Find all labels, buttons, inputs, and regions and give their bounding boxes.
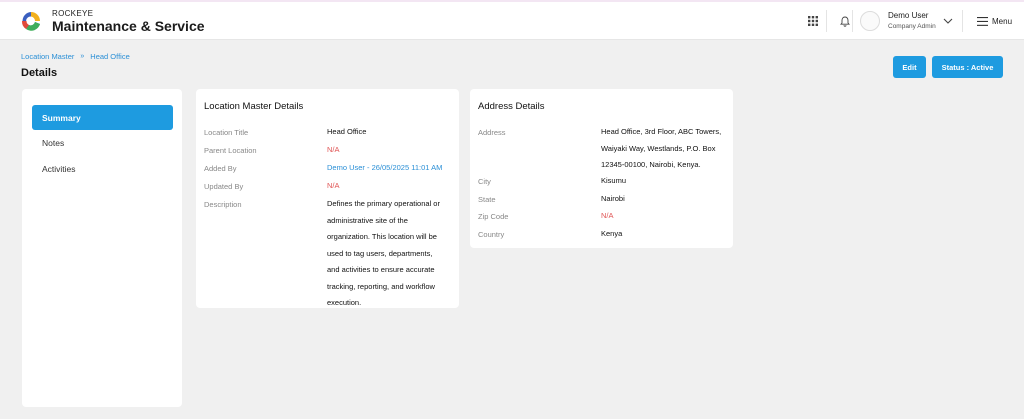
address-line: Waiyaki Way, Westlands, P.O. Box (601, 143, 716, 153)
sidebar: Summary Notes Activities (22, 89, 182, 407)
city-value: Kisumu (601, 176, 627, 185)
avatar[interactable] (860, 11, 880, 31)
brand-title: Maintenance & Service (52, 18, 205, 34)
grid-icon[interactable] (803, 11, 823, 31)
address-line: 12345-00100, Nairobi, Kenya. (601, 160, 701, 169)
breadcrumb-item-location-master[interactable]: Location Master (21, 52, 74, 61)
rockeye-logo-icon (21, 12, 40, 31)
field-label: Updated By (204, 182, 244, 191)
card-title: Location Master Details (204, 101, 304, 112)
state-value: Nairobi (601, 194, 625, 203)
header-divider (826, 10, 827, 32)
breadcrumb-separator: » (80, 53, 85, 60)
description-line: execution. (327, 298, 362, 307)
country-value: Kenya (601, 229, 623, 238)
breadcrumb-item-head-office[interactable]: Head Office (90, 52, 129, 61)
parent-location-value: N/A (327, 145, 340, 154)
description-line: and activities to ensure accurate (327, 265, 435, 274)
header-divider (852, 10, 853, 32)
page-title: Details (21, 67, 58, 79)
description-line: Defines the primary operational or (327, 199, 440, 208)
breadcrumb: Location Master » Head Office (21, 52, 130, 61)
zip-code-value: N/A (601, 211, 614, 220)
user-role: Company Admin (888, 23, 936, 30)
menu-button-label[interactable]: Menu (992, 17, 1012, 26)
hamburger-menu-icon[interactable] (972, 11, 992, 31)
app-header: ROCKEYE Maintenance & Service Demo User … (0, 2, 1024, 40)
user-name[interactable]: Demo User (888, 11, 928, 20)
field-label: Description (204, 200, 242, 209)
description-line: tracking, reporting, and workflow (327, 281, 435, 291)
location-master-details-card: Location Master Details Location Title H… (196, 89, 459, 308)
field-label: State (478, 195, 496, 204)
description-line: used to tag users, departments, (327, 248, 433, 258)
sidebar-item-notes[interactable]: Notes (32, 130, 173, 155)
field-label: Country (478, 230, 505, 239)
description-value: Defines the primary operational or admin… (327, 196, 455, 312)
brand-small-text: ROCKEYE (52, 9, 94, 18)
sidebar-item-activities[interactable]: Activities (32, 156, 173, 181)
description-line: administrative site of the (327, 215, 408, 225)
edit-button[interactable]: Edit (893, 56, 926, 78)
field-label: Address (478, 128, 506, 137)
chevron-down-icon[interactable] (938, 11, 958, 31)
field-label: Parent Location (204, 146, 257, 155)
sidebar-item-summary[interactable]: Summary (32, 105, 173, 130)
address-details-card: Address Details Address Head Office, 3rd… (470, 89, 733, 248)
status-button[interactable]: Status : Active (932, 56, 1003, 78)
field-label: City (478, 177, 491, 186)
address-value: Head Office, 3rd Floor, ABC Towers, Waiy… (601, 124, 731, 174)
field-label: Added By (204, 164, 237, 173)
added-by-value[interactable]: Demo User - 26/05/2025 11:01 AM (327, 160, 442, 177)
card-title: Address Details (478, 101, 545, 112)
updated-by-value: N/A (327, 181, 340, 190)
field-label: Location Title (204, 128, 249, 137)
address-line: Head Office, 3rd Floor, ABC Towers, (601, 127, 722, 136)
description-line: organization. This location will be (327, 232, 437, 241)
header-divider (962, 10, 963, 32)
location-title-value: Head Office (327, 127, 367, 136)
field-label: Zip Code (478, 212, 509, 221)
